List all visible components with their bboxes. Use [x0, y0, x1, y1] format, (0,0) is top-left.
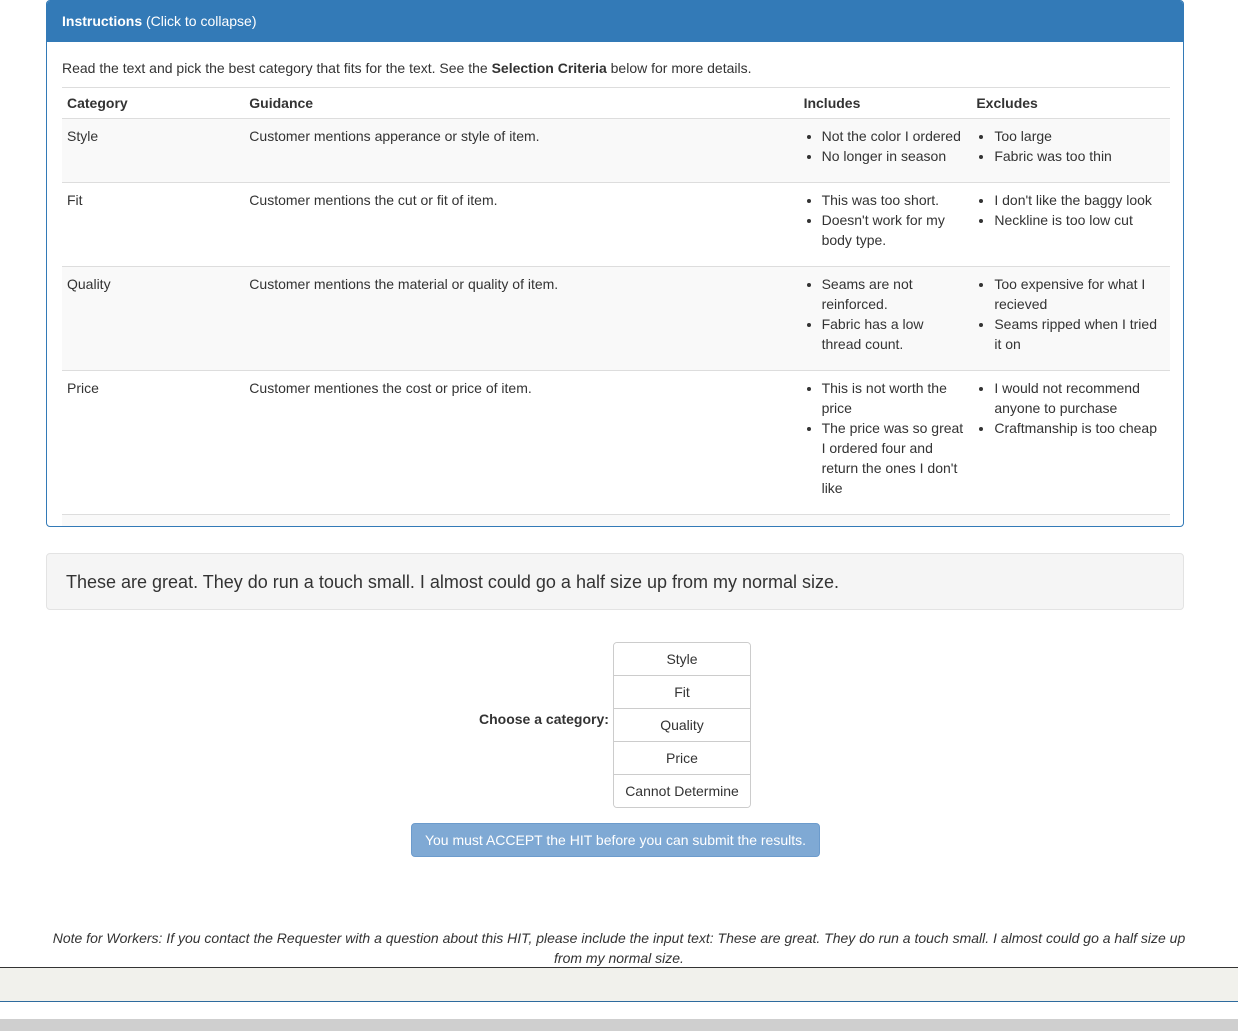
criteria-row: Quality Customer mentions the material or… [62, 266, 1170, 371]
intro-text-start: Read the text and pick the best category… [62, 60, 492, 76]
criteria-excludes: I don't like the baggy lookNeckline is t… [971, 182, 1170, 267]
criteria-guidance: Customer mentiones the cost or price of … [244, 370, 793, 515]
instructions-toggle[interactable]: Instructions (Click to collapse) [47, 1, 1183, 42]
instructions-title: Instructions [62, 13, 143, 29]
criteria-table: Category Guidance Includes Excludes Styl… [62, 87, 1170, 526]
worker-note: Note for Workers: If you contact the Req… [52, 930, 1186, 966]
header-includes: Includes [792, 87, 972, 119]
selection-criteria-label: Selection Criteria [491, 60, 607, 76]
excludes-item: Fabric was too thin [994, 146, 1165, 166]
option-cannot-determine-button[interactable]: Cannot Determine [614, 774, 750, 807]
includes-item: Doesn't work for my body type. [822, 210, 967, 250]
criteria-rows: Style Customer mentions apperance or styl… [62, 118, 1170, 526]
criteria-guidance: Customer mentions the material or qualit… [244, 266, 793, 371]
criteria-row: Price Customer mentiones the cost or pric… [62, 370, 1170, 515]
excludes-item: I would not recommend anyone to purchase [994, 378, 1165, 418]
includes-item: This is not worth the price [822, 378, 967, 418]
footer-bar [0, 967, 1238, 1002]
criteria-guidance: Customer mentions apperance or style of … [244, 118, 793, 183]
criteria-excludes: Too largeFabric was too thin [971, 118, 1170, 183]
criteria-row: Fit Customer mentions the cut or fit of i… [62, 182, 1170, 267]
criteria-includes [792, 514, 972, 526]
includes-item: Fabric has a low thread count. [822, 314, 967, 354]
intro-text-end: below for more details. [606, 60, 752, 76]
criteria-category: Price [62, 370, 245, 515]
excludes-item: Too expensive for what I recieved [994, 274, 1165, 314]
criteria-excludes: I would not recommend anyone to purchase… [971, 370, 1170, 515]
excludes-list: Too expensive for what I recievedSeams r… [976, 274, 1165, 354]
includes-item: No longer in season [822, 146, 967, 166]
footer-strip [0, 1019, 1238, 1031]
header-guidance: Guidance [244, 87, 793, 119]
criteria-category: Quality [62, 266, 245, 371]
choose-category-label: Choose a category: [479, 711, 609, 727]
excludes-item: Neckline is too low cut [994, 210, 1165, 230]
criteria-includes: Not the color I orderedNo longer in seas… [792, 118, 972, 183]
includes-item: Seams are not reinforced. [822, 274, 967, 314]
criteria-includes: This was too short.Doesn't work for my b… [792, 182, 972, 267]
category-options: Style Fit Quality Price Cannot Determine [613, 642, 751, 808]
option-fit-button[interactable]: Fit [614, 675, 750, 708]
option-price-button[interactable]: Price [614, 741, 750, 774]
criteria-row: Cannot DetermineSelect "Cannot Determine… [62, 514, 1170, 526]
excludes-item: Seams ripped when I tried it on [994, 314, 1165, 354]
excludes-list: I would not recommend anyone to purchase… [976, 378, 1165, 438]
excludes-list: Too largeFabric was too thin [976, 126, 1165, 166]
criteria-excludes [971, 514, 1170, 526]
option-style-button[interactable]: Style [614, 643, 750, 675]
criteria-category: Style [62, 118, 245, 183]
criteria-category: Fit [62, 182, 245, 267]
criteria-guidance: Customer mentions the cut or fit of item… [244, 182, 793, 267]
instructions-body: Read the text and pick the best category… [47, 60, 1183, 526]
includes-item: Not the color I ordered [822, 126, 967, 146]
excludes-item: Craftmanship is too cheap [994, 418, 1165, 438]
review-text: These are great. They do run a touch sma… [46, 553, 1184, 610]
criteria-category: Cannot Determine [62, 514, 245, 526]
includes-item: This was too short. [822, 190, 967, 210]
includes-list: This was too short.Doesn't work for my b… [804, 190, 967, 250]
option-quality-button[interactable]: Quality [614, 708, 750, 741]
criteria-includes: This is not worth the priceThe price was… [792, 370, 972, 515]
instructions-intro: Read the text and pick the best category… [62, 60, 1168, 76]
submit-button[interactable]: You must ACCEPT the HIT before you can s… [411, 823, 820, 857]
includes-list: This is not worth the priceThe price was… [804, 378, 967, 498]
criteria-includes: Seams are not reinforced.Fabric has a lo… [792, 266, 972, 371]
instructions-panel: Instructions (Click to collapse) Read th… [46, 0, 1184, 527]
criteria-row: Style Customer mentions apperance or styl… [62, 118, 1170, 183]
collapse-hint: (Click to collapse) [146, 13, 257, 29]
includes-list: Not the color I orderedNo longer in seas… [804, 126, 967, 166]
header-excludes: Excludes [971, 87, 1170, 119]
excludes-item: I don't like the baggy look [994, 190, 1165, 210]
excludes-item: Too large [994, 126, 1165, 146]
criteria-header-row: Category Guidance Includes Excludes [62, 87, 1170, 119]
criteria-guidance: Select "Cannot Determine" if the text do… [244, 514, 793, 526]
header-category: Category [62, 87, 245, 119]
criteria-excludes: Too expensive for what I recievedSeams r… [971, 266, 1170, 371]
includes-item: The price was so great I ordered four an… [822, 418, 967, 498]
excludes-list: I don't like the baggy lookNeckline is t… [976, 190, 1165, 230]
includes-list: Seams are not reinforced.Fabric has a lo… [804, 274, 967, 354]
